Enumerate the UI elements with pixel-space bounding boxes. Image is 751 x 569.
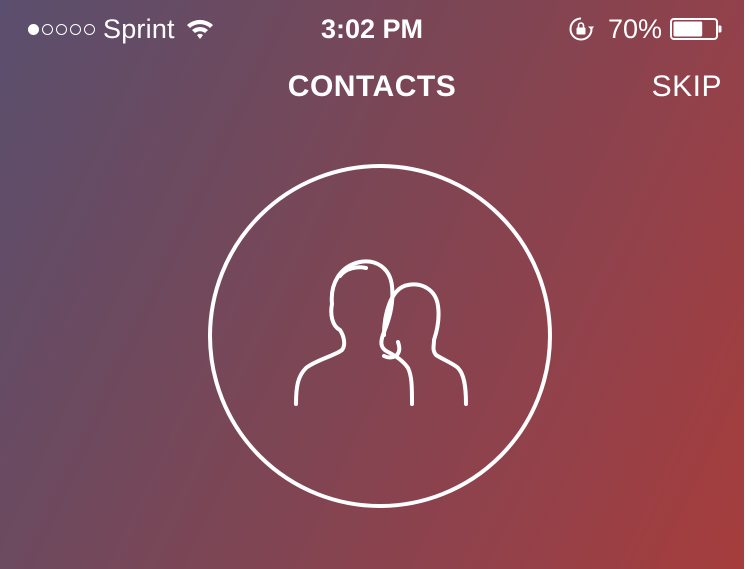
person-front-outline bbox=[294, 259, 414, 406]
carrier-name: Sprint bbox=[103, 13, 175, 44]
signal-dot bbox=[42, 23, 53, 35]
navigation-bar: CONTACTS SKIP bbox=[0, 58, 744, 122]
signal-dot bbox=[28, 23, 39, 35]
status-right: 70% bbox=[568, 12, 722, 46]
page-title: CONTACTS bbox=[287, 70, 457, 103]
contacts-screen: Sprint 3:02 PM 70% CONTACTS SKIP bbox=[0, 0, 744, 569]
screenshot-border bbox=[744, 0, 751, 569]
person-back-outline bbox=[382, 282, 468, 406]
battery-icon bbox=[670, 18, 722, 40]
wifi-icon bbox=[186, 19, 213, 39]
signal-strength-icon bbox=[28, 23, 95, 35]
status-bar: Sprint 3:02 PM 70% bbox=[0, 0, 744, 58]
signal-dot bbox=[70, 23, 81, 35]
skip-button[interactable]: SKIP bbox=[652, 70, 722, 104]
signal-dot bbox=[56, 23, 67, 35]
icon-circle bbox=[208, 164, 552, 508]
signal-dot bbox=[84, 23, 95, 35]
contacts-people-icon bbox=[208, 164, 552, 508]
orientation-lock-icon bbox=[569, 17, 594, 41]
status-left: Sprint bbox=[28, 12, 215, 46]
battery-percentage: 70% bbox=[607, 13, 662, 44]
